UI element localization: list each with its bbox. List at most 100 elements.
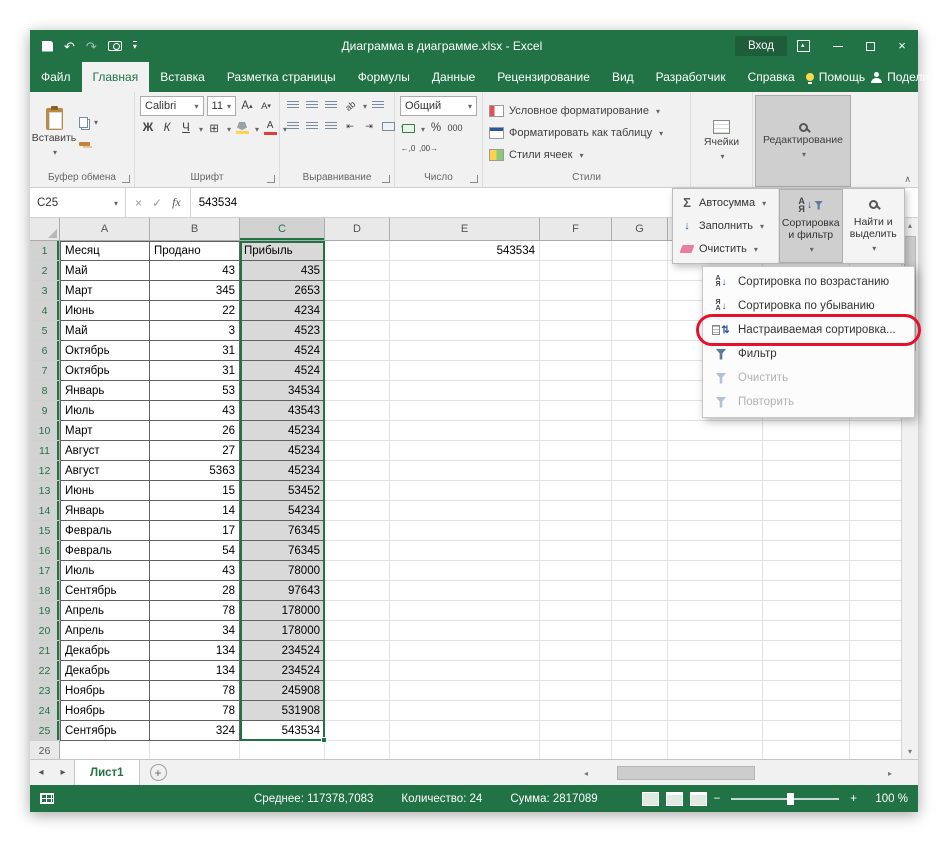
cell-col723[interactable] bbox=[668, 681, 763, 701]
cell-F7[interactable] bbox=[540, 361, 612, 381]
cell-D19[interactable] bbox=[325, 601, 390, 621]
cells-button[interactable]: Ячейки bbox=[693, 95, 750, 187]
menu-item-sort-ascending[interactable]: АЯ↓ Сортировка по возрастанию bbox=[703, 270, 914, 294]
tab-page-layout[interactable]: Разметка страницы bbox=[216, 62, 347, 92]
zoom-slider-thumb[interactable] bbox=[787, 793, 794, 805]
cell-B26[interactable] bbox=[150, 741, 240, 759]
confirm-entry-icon[interactable]: ✓ bbox=[152, 196, 162, 210]
view-page-break-button[interactable] bbox=[690, 792, 707, 806]
cell-C20[interactable]: 178000 bbox=[240, 621, 325, 641]
cell-F12[interactable] bbox=[540, 461, 612, 481]
tab-review[interactable]: Рецензирование bbox=[486, 62, 601, 92]
copy-button[interactable] bbox=[76, 113, 101, 131]
cell-col826[interactable] bbox=[763, 741, 850, 759]
cell-F16[interactable] bbox=[540, 541, 612, 561]
cell-G2[interactable] bbox=[612, 261, 668, 281]
cell-A5[interactable]: Май bbox=[60, 321, 150, 341]
view-page-layout-button[interactable] bbox=[666, 792, 683, 806]
maximize-button[interactable] bbox=[854, 30, 886, 62]
cell-col819[interactable] bbox=[763, 601, 850, 621]
column-header-B[interactable]: B bbox=[150, 218, 240, 240]
cell-A3[interactable]: Март bbox=[60, 281, 150, 301]
zoom-out-icon[interactable]: − bbox=[714, 793, 721, 805]
cell-A2[interactable]: Май bbox=[60, 261, 150, 281]
sort-filter-button[interactable]: АЯ ↓ Сортировка и фильтр bbox=[779, 189, 843, 263]
cell-E20[interactable] bbox=[390, 621, 540, 641]
undo-icon[interactable]: ↶ bbox=[64, 40, 75, 53]
scroll-left-icon[interactable]: ◂ bbox=[578, 769, 594, 778]
cell-A24[interactable]: Ноябрь bbox=[60, 701, 150, 721]
comma-style-button[interactable]: 000 bbox=[447, 120, 463, 137]
cell-C13[interactable]: 53452 bbox=[240, 481, 325, 501]
cell-B17[interactable]: 43 bbox=[150, 561, 240, 581]
cell-E18[interactable] bbox=[390, 581, 540, 601]
cell-B3[interactable]: 345 bbox=[150, 281, 240, 301]
cell-B6[interactable]: 31 bbox=[150, 341, 240, 361]
close-button[interactable]: × bbox=[886, 30, 918, 62]
cell-D21[interactable] bbox=[325, 641, 390, 661]
cell-B2[interactable]: 43 bbox=[150, 261, 240, 281]
tab-insert[interactable]: Вставка bbox=[149, 62, 216, 92]
cell-G8[interactable] bbox=[612, 381, 668, 401]
cell-D7[interactable] bbox=[325, 361, 390, 381]
cell-C2[interactable]: 435 bbox=[240, 261, 325, 281]
cell-D26[interactable] bbox=[325, 741, 390, 759]
cell-col823[interactable] bbox=[763, 681, 850, 701]
cell-F2[interactable] bbox=[540, 261, 612, 281]
cell-col711[interactable] bbox=[668, 441, 763, 461]
cancel-entry-icon[interactable]: × bbox=[135, 196, 142, 210]
cell-A7[interactable]: Октябрь bbox=[60, 361, 150, 381]
tab-home[interactable]: Главная bbox=[82, 62, 150, 92]
row-header-24[interactable]: 24 bbox=[30, 701, 60, 721]
cell-C4[interactable]: 4234 bbox=[240, 301, 325, 321]
cell-C11[interactable]: 45234 bbox=[240, 441, 325, 461]
cell-E2[interactable] bbox=[390, 261, 540, 281]
cell-D4[interactable] bbox=[325, 301, 390, 321]
cell-G6[interactable] bbox=[612, 341, 668, 361]
scroll-down-icon[interactable]: ▾ bbox=[902, 744, 918, 759]
cell-A26[interactable] bbox=[60, 741, 150, 759]
row-header-11[interactable]: 11 bbox=[30, 441, 60, 461]
cell-G16[interactable] bbox=[612, 541, 668, 561]
row-header-22[interactable]: 22 bbox=[30, 661, 60, 681]
cell-G14[interactable] bbox=[612, 501, 668, 521]
cell-C21[interactable]: 234524 bbox=[240, 641, 325, 661]
cell-G18[interactable] bbox=[612, 581, 668, 601]
bold-button[interactable]: Ж bbox=[140, 120, 156, 137]
cell-col824[interactable] bbox=[763, 701, 850, 721]
row-header-15[interactable]: 15 bbox=[30, 521, 60, 541]
cell-G1[interactable] bbox=[612, 241, 668, 261]
cell-E22[interactable] bbox=[390, 661, 540, 681]
tab-formulas[interactable]: Формулы bbox=[347, 62, 421, 92]
cell-G17[interactable] bbox=[612, 561, 668, 581]
clear-button[interactable]: Очистить bbox=[673, 238, 778, 260]
cell-C18[interactable]: 97643 bbox=[240, 581, 325, 601]
cell-C14[interactable]: 54234 bbox=[240, 501, 325, 521]
cell-D15[interactable] bbox=[325, 521, 390, 541]
decrease-decimal-button[interactable]: ,00→ bbox=[419, 140, 438, 157]
cell-col726[interactable] bbox=[668, 741, 763, 759]
cell-G3[interactable] bbox=[612, 281, 668, 301]
cell-D8[interactable] bbox=[325, 381, 390, 401]
row-header-25[interactable]: 25 bbox=[30, 721, 60, 741]
cell-E21[interactable] bbox=[390, 641, 540, 661]
cell-D22[interactable] bbox=[325, 661, 390, 681]
cell-col712[interactable] bbox=[668, 461, 763, 481]
cell-B22[interactable]: 134 bbox=[150, 661, 240, 681]
view-normal-button[interactable] bbox=[642, 792, 659, 806]
insert-function-icon[interactable]: fx bbox=[172, 195, 181, 210]
cell-col714[interactable] bbox=[668, 501, 763, 521]
cell-E23[interactable] bbox=[390, 681, 540, 701]
sign-in-button[interactable]: Вход bbox=[735, 36, 787, 56]
cell-A6[interactable]: Октябрь bbox=[60, 341, 150, 361]
cell-D13[interactable] bbox=[325, 481, 390, 501]
cell-B4[interactable]: 22 bbox=[150, 301, 240, 321]
cell-col710[interactable] bbox=[668, 421, 763, 441]
cell-D18[interactable] bbox=[325, 581, 390, 601]
cell-col822[interactable] bbox=[763, 661, 850, 681]
increase-indent-button[interactable]: ⇥ bbox=[361, 118, 377, 135]
accounting-format-button[interactable] bbox=[400, 120, 416, 137]
cell-D2[interactable] bbox=[325, 261, 390, 281]
cell-C6[interactable]: 4524 bbox=[240, 341, 325, 361]
cell-G7[interactable] bbox=[612, 361, 668, 381]
